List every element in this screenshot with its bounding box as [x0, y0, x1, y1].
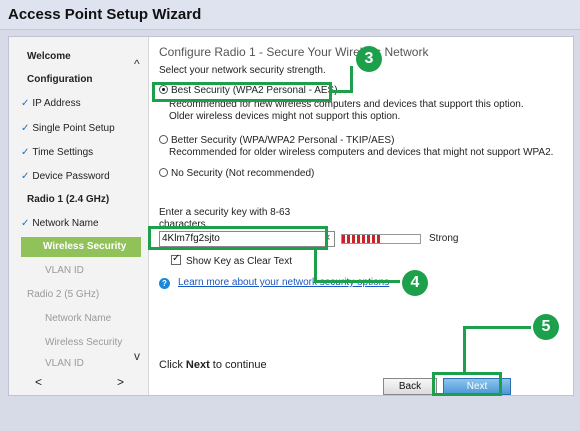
checkmark-icon: ✓: [21, 147, 30, 158]
scroll-up-icon[interactable]: ^: [134, 57, 140, 71]
step-5-badge: 5: [533, 314, 559, 340]
callout-line-5-v: [463, 326, 466, 374]
sidebar-item-wireless-security-2: Wireless Security: [45, 337, 123, 348]
radio-better-security[interactable]: Better Security (WPA/WPA2 Personal - TKI…: [159, 135, 394, 146]
callout-line-3-v: [350, 66, 353, 93]
help-icon[interactable]: ?: [159, 278, 170, 289]
checkbox-checked-icon[interactable]: [171, 253, 181, 265]
back-button[interactable]: Back: [383, 378, 437, 395]
sidebar-item-network-name-2: Network Name: [45, 313, 112, 324]
scroll-right-icon[interactable]: >: [117, 375, 124, 389]
key-strength-fill: [342, 235, 381, 243]
radio-selected-icon[interactable]: [159, 85, 168, 94]
callout-line-4-v: [314, 248, 317, 282]
sidebar-item-network-name[interactable]: ✓ Network Name: [9, 214, 133, 234]
next-button[interactable]: Next: [443, 378, 511, 395]
sidebar-item-device-password[interactable]: ✓ Device Password: [9, 167, 133, 187]
best-security-desc-2: Older wireless devices might not support…: [169, 111, 401, 122]
footer-instruction: Click Next to continue: [159, 359, 267, 371]
title-bar: Access Point Setup Wizard: [0, 0, 580, 30]
checkmark-icon: ✓: [21, 98, 30, 109]
sidebar-item-single-point-setup[interactable]: ✓ Single Point Setup: [9, 119, 133, 139]
radio-no-security[interactable]: No Security (Not recommended): [159, 168, 314, 179]
radio-unselected-icon[interactable]: [159, 168, 168, 177]
key-strength-meter: [341, 234, 421, 244]
clear-input-icon[interactable]: ×: [324, 232, 330, 244]
page-heading: Configure Radio 1 - Secure Your Wireless…: [159, 45, 429, 59]
scroll-left-icon[interactable]: <: [35, 375, 42, 389]
sidebar-item-radio-2: Radio 2 (5 GHz): [27, 289, 100, 300]
radio-best-security[interactable]: Best Security (WPA2 Personal - AES): [159, 85, 338, 96]
sidebar-item-time-settings[interactable]: ✓ Time Settings: [9, 143, 133, 163]
radio-unselected-icon[interactable]: [159, 135, 168, 144]
checkmark-icon: ✓: [21, 123, 30, 134]
sidebar-item-wireless-security[interactable]: Wireless Security: [21, 237, 141, 257]
security-key-prompt: Enter a security key with 8-63 character…: [159, 207, 291, 230]
help-row: ? Learn more about your network security …: [159, 277, 389, 289]
sidebar-item-ip-address[interactable]: ✓ IP Address: [9, 94, 133, 114]
sidebar-item-radio-1[interactable]: Radio 1 (2.4 GHz): [9, 190, 133, 210]
scroll-down-icon[interactable]: v: [134, 349, 140, 363]
sidebar-item-vlan-id: VLAN ID: [45, 265, 84, 276]
checkmark-icon: ✓: [21, 218, 30, 229]
show-key-checkbox[interactable]: Show Key as Clear Text: [171, 253, 292, 267]
callout-line-3-h: [330, 90, 352, 93]
best-security-desc-1: Recommended for new wireless computers a…: [169, 99, 524, 110]
sidebar-item-configuration[interactable]: Configuration: [9, 70, 133, 90]
wizard-content: Configure Radio 1 - Secure Your Wireless…: [159, 37, 569, 395]
callout-line-5-h: [463, 326, 531, 329]
better-security-desc: Recommended for older wireless computers…: [169, 147, 554, 158]
page-subhead: Select your network security strength.: [159, 65, 326, 76]
window-title: Access Point Setup Wizard: [8, 6, 202, 23]
security-key-input[interactable]: 4Klm7fg2sjto: [159, 231, 335, 247]
sidebar-item-vlan-id-2: VLAN ID: [45, 358, 84, 369]
step-4-badge: 4: [402, 270, 428, 296]
key-strength-label: Strong: [429, 233, 459, 244]
checkmark-icon: ✓: [21, 171, 30, 182]
wizard-sidebar: Welcome Configuration ✓ IP Address ✓ Singl…: [9, 37, 149, 395]
callout-line-4-h: [314, 280, 400, 283]
sidebar-item-welcome[interactable]: Welcome: [9, 47, 133, 67]
wizard-frame: Welcome Configuration ✓ IP Address ✓ Singl…: [8, 36, 574, 396]
sidebar-horizontal-scrollbar[interactable]: < >: [13, 375, 137, 391]
step-3-badge: 3: [356, 46, 382, 72]
